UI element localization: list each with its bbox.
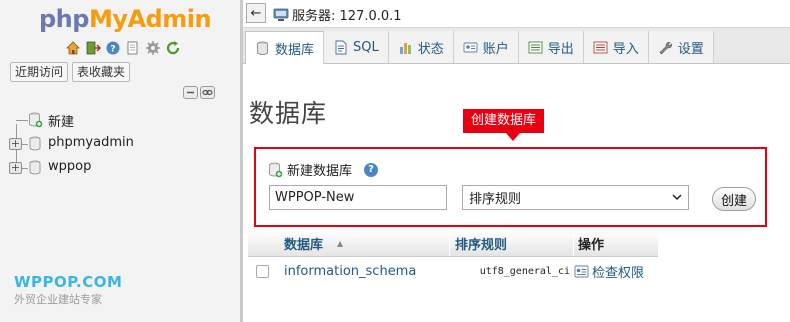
database-name-input[interactable]: WPPOP-New [269, 185, 447, 210]
database-icon [28, 136, 43, 152]
database-name-value: WPPOP-New [275, 190, 355, 205]
database-icon [28, 160, 43, 176]
docs-icon[interactable] [124, 39, 142, 56]
tree-item-new-label: 新建 [48, 115, 75, 130]
svg-text:?: ? [110, 44, 115, 54]
tab-sql[interactable]: SQL [324, 31, 389, 63]
recent-button[interactable]: 近期访问 [10, 62, 69, 82]
new-database-icon [269, 162, 283, 177]
tree-branch-line [16, 120, 28, 121]
status-chart-icon [399, 42, 411, 54]
header-action: 操作 [574, 231, 654, 256]
row-checkbox[interactable] [256, 264, 269, 278]
server-breadcrumb-bar: ← 服务器: 127.0.0.1 [243, 0, 790, 28]
watermark-subtitle: 外贸企业建站专家 [14, 293, 102, 306]
watermark: WPPOP.COM 外贸企业建站专家 [14, 272, 122, 308]
tab-label: SQL [353, 39, 379, 55]
tab-accounts[interactable]: 账户 [453, 31, 519, 63]
tab-label: 导入 [612, 41, 639, 57]
header-collation[interactable]: 排序规则 [450, 231, 574, 256]
navigation-panel: phpMyAdmin ? 近期访问 表收藏夹 新建 + phpmyadmin +… [0, 0, 240, 322]
create-database-label: 新建数据库 [287, 164, 353, 179]
tree-controls [183, 86, 215, 99]
create-button[interactable]: 创建 [712, 187, 756, 211]
server-icon [273, 8, 289, 21]
server-label: 服务器: 127.0.0.1 [292, 9, 402, 24]
expand-plus-icon[interactable]: + [9, 138, 22, 150]
database-link[interactable]: information_schema [278, 264, 450, 279]
exit-icon[interactable] [84, 39, 102, 56]
logo-php-text: php [39, 5, 89, 33]
database-tree: 新建 + phpmyadmin + wppop [8, 108, 233, 180]
chevron-down-icon [672, 194, 682, 201]
expand-plus-icon[interactable]: + [9, 162, 22, 174]
logo-myadmin-text: MyAdmin [88, 5, 212, 33]
import-icon [593, 41, 608, 53]
tab-label: 设置 [677, 41, 704, 57]
tab-label: 账户 [482, 41, 509, 57]
tree-db-label: wppop [48, 159, 92, 174]
page-title: 数据库 [249, 99, 328, 128]
link-with-main-icon[interactable] [200, 86, 215, 99]
header-collation-label: 排序规则 [455, 238, 508, 253]
check-privileges-link[interactable]: 检查权限 [574, 262, 654, 281]
phpmyadmin-window: phpMyAdmin ? 近期访问 表收藏夹 新建 + phpmyadmin +… [0, 0, 790, 322]
phpmyadmin-logo[interactable]: phpMyAdmin [39, 4, 212, 34]
tab-import[interactable]: 导入 [583, 31, 649, 63]
tab-label: 状态 [417, 41, 444, 57]
new-database-icon [28, 112, 43, 128]
tree-item-wppop[interactable]: + wppop [8, 156, 233, 180]
navigation-icon-bar: ? [64, 39, 182, 56]
sql-icon [335, 40, 347, 54]
tab-settings[interactable]: 设置 [648, 31, 714, 63]
sort-ascending-icon: ▲ [337, 239, 344, 248]
reload-icon[interactable] [164, 39, 182, 56]
check-privileges-label: 检查权限 [592, 265, 645, 281]
main-tabs: 数据库 SQL 状态 账户 导出 导入 设置 [243, 28, 790, 64]
table-header-row: 数据库 ▲ 排序规则 操作 [248, 231, 658, 257]
watermark-title: WPPOP.COM [14, 273, 123, 291]
tab-label: 导出 [547, 41, 574, 57]
header-database-label: 数据库 [284, 238, 324, 253]
recent-favorites-tabs: 近期访问 表收藏夹 [10, 62, 131, 82]
privileges-icon [574, 265, 589, 277]
database-icon [257, 41, 268, 55]
annotation-callout: 创建数据库 [463, 109, 545, 133]
create-database-form: 新建数据库 ? WPPOP-New 排序规则 创建 [254, 147, 767, 227]
tab-label: 数据库 [275, 42, 315, 58]
wrench-icon [659, 41, 672, 54]
export-icon [528, 41, 543, 53]
tree-item-new[interactable]: 新建 [8, 108, 233, 132]
back-button[interactable]: ← [246, 3, 266, 23]
table-row: information_schema utf8_general_ci 检查权限 [248, 257, 658, 285]
callout-arrow [506, 133, 520, 141]
server-breadcrumb[interactable]: 服务器: 127.0.0.1 [273, 5, 402, 24]
collapse-all-icon[interactable] [183, 86, 198, 99]
accounts-icon [463, 42, 478, 52]
tree-db-label: phpmyadmin [48, 135, 134, 150]
tab-status[interactable]: 状态 [388, 31, 454, 63]
collation-select[interactable]: 排序规则 [462, 185, 689, 210]
header-checkbox-cell [248, 231, 278, 256]
header-database[interactable]: 数据库 ▲ [278, 231, 450, 256]
databases-table: 数据库 ▲ 排序规则 操作 information_schema utf8_ge… [248, 231, 658, 285]
collation-cell: utf8_general_ci [479, 265, 570, 277]
tab-export[interactable]: 导出 [518, 31, 584, 63]
create-database-header: 新建数据库 ? [268, 160, 379, 179]
home-icon[interactable] [64, 39, 82, 56]
collation-selected-value: 排序规则 [469, 192, 522, 207]
settings-icon[interactable] [144, 39, 162, 56]
tab-databases[interactable]: 数据库 [245, 31, 325, 64]
tree-item-phpmyadmin[interactable]: + phpmyadmin [8, 132, 233, 156]
favorites-button[interactable]: 表收藏夹 [72, 62, 131, 82]
help-icon[interactable]: ? [104, 39, 122, 56]
help-icon[interactable]: ? [364, 162, 379, 177]
header-action-label: 操作 [578, 238, 605, 253]
row-checkbox-cell [248, 264, 278, 278]
